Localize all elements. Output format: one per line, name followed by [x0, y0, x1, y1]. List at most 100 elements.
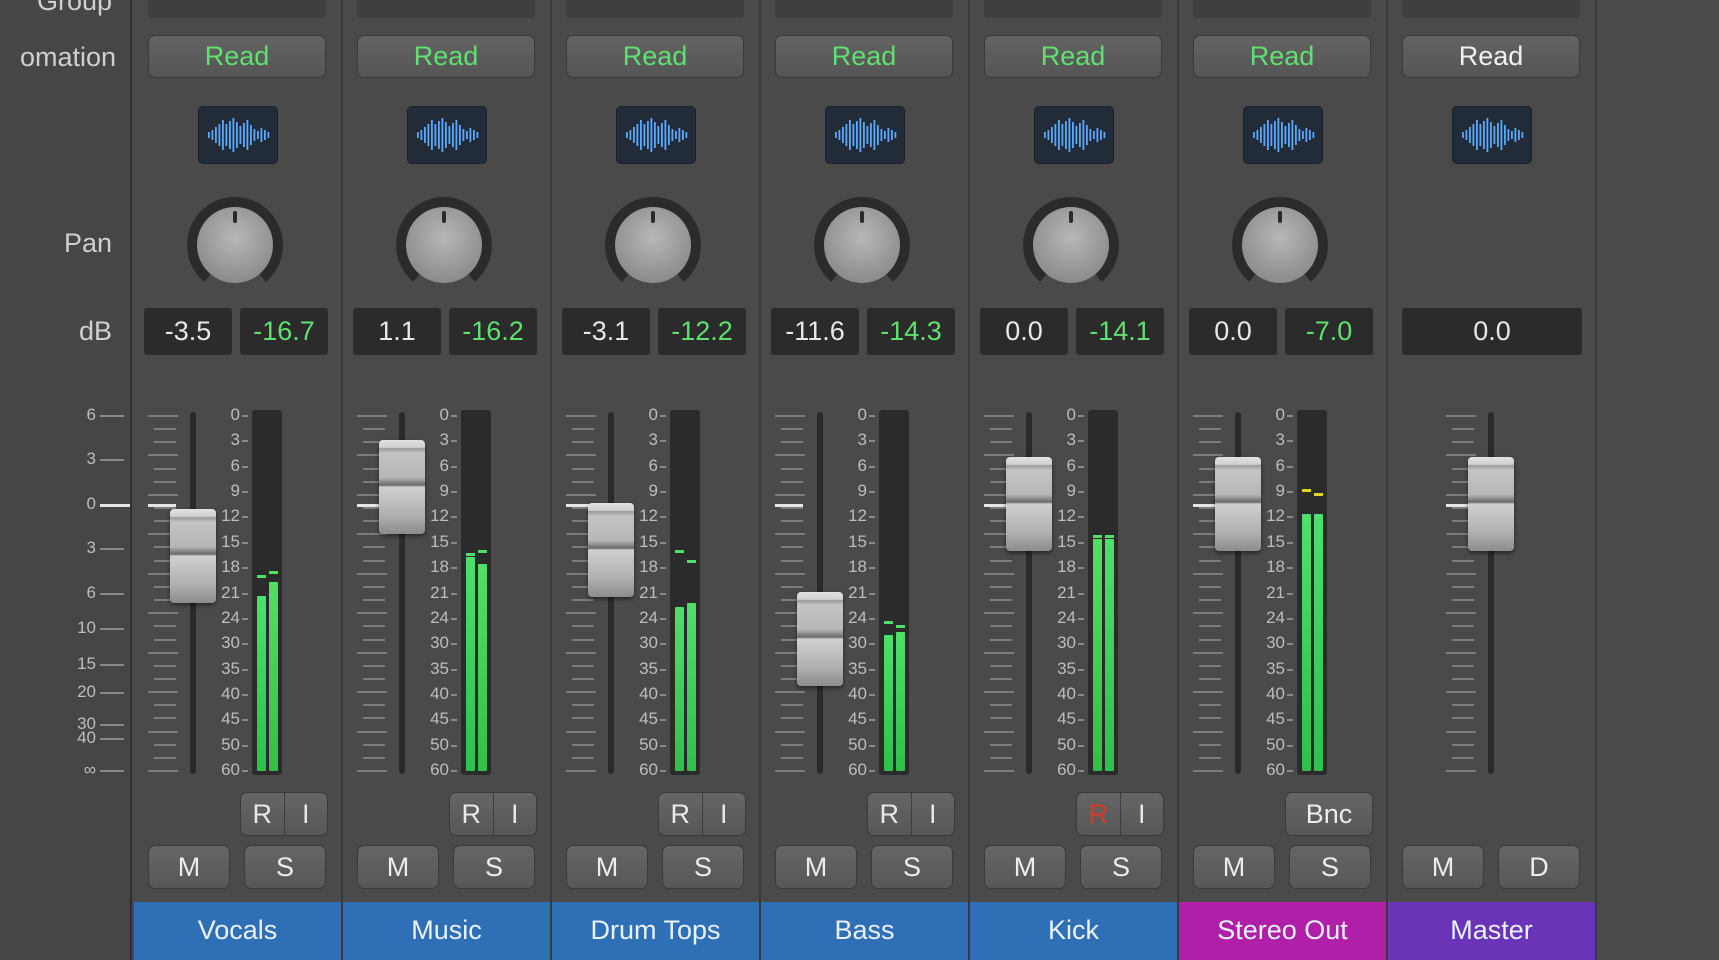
fader-scale-number: 15 [77, 653, 96, 673]
record-enable-button[interactable]: R [450, 793, 493, 835]
mute-button[interactable]: M [566, 845, 648, 889]
meter-scale-tick [1078, 744, 1084, 747]
channel-name[interactable]: Stereo Out [1179, 902, 1386, 960]
audio-waveform-icon[interactable] [1452, 106, 1532, 164]
peak-readout[interactable]: -14.1 [1076, 308, 1164, 355]
input-monitor-button[interactable]: I [283, 793, 328, 835]
group-slot[interactable] [1193, 0, 1371, 18]
automation-mode-button[interactable]: Read [984, 35, 1162, 78]
automation-mode-button[interactable]: Read [1402, 35, 1580, 78]
mute-button[interactable]: M [148, 845, 230, 889]
solo-button[interactable]: S [453, 845, 535, 889]
audio-waveform-icon[interactable] [1243, 106, 1323, 164]
channel-name[interactable]: Vocals [134, 902, 341, 960]
peak-readout[interactable]: -7.0 [1285, 308, 1373, 355]
input-monitor-button[interactable]: I [910, 793, 955, 835]
fader-scale-tick [100, 415, 124, 417]
automation-mode-button[interactable]: Read [1193, 35, 1371, 78]
pan-knob[interactable] [605, 197, 701, 293]
volume-readout[interactable]: -3.1 [562, 308, 650, 355]
fader-scale-tick [566, 454, 596, 457]
fader-scale-tick [566, 415, 596, 417]
group-slot[interactable] [148, 0, 326, 18]
fader-scale-tick [984, 730, 1014, 733]
group-slot[interactable] [1402, 0, 1580, 18]
channel-name[interactable]: Master [1388, 902, 1595, 960]
automation-mode-button[interactable]: Read [775, 35, 953, 78]
volume-readout[interactable]: 1.1 [353, 308, 441, 355]
mute-button[interactable]: M [1402, 845, 1484, 889]
channel-name[interactable]: Kick [970, 902, 1177, 960]
meter-scale-tick [451, 770, 457, 772]
pan-knob[interactable] [1232, 197, 1328, 293]
solo-button[interactable]: S [1289, 845, 1371, 889]
input-monitor-button[interactable]: I [1119, 793, 1164, 835]
bounce-button[interactable]: Bnc [1285, 792, 1373, 836]
meter-peak-hold [687, 560, 696, 564]
mute-button[interactable]: M [1193, 845, 1275, 889]
volume-readout[interactable]: -3.5 [144, 308, 232, 355]
peak-readout[interactable]: -14.3 [867, 308, 955, 355]
volume-fader-handle[interactable] [1468, 456, 1514, 551]
pan-knob[interactable] [1023, 197, 1119, 293]
record-enable-button[interactable]: R [868, 793, 911, 835]
channel-name[interactable]: Music [343, 902, 550, 960]
automation-mode-button[interactable]: Read [566, 35, 744, 78]
dim-button[interactable]: D [1498, 845, 1580, 889]
record-enable-button[interactable]: R [241, 793, 284, 835]
mute-button[interactable]: M [775, 845, 857, 889]
automation-mode-button[interactable]: Read [357, 35, 535, 78]
solo-button[interactable]: S [244, 845, 326, 889]
mute-button[interactable]: M [357, 845, 439, 889]
audio-waveform-icon[interactable] [616, 106, 696, 164]
pan-knob[interactable] [187, 197, 283, 293]
channel-name[interactable]: Drum Tops [552, 902, 759, 960]
volume-readout[interactable]: 0.0 [1402, 308, 1582, 355]
meter-scale-number: 21 [639, 582, 658, 602]
audio-waveform-icon[interactable] [198, 106, 278, 164]
peak-readout[interactable]: -12.2 [658, 308, 746, 355]
audio-waveform-icon[interactable] [407, 106, 487, 164]
audio-waveform-icon[interactable] [825, 106, 905, 164]
meter-level-bar [687, 603, 696, 771]
fader-scale-tick [775, 454, 805, 457]
group-slot[interactable] [357, 0, 535, 18]
meter-scale-number: 21 [848, 582, 867, 602]
peak-readout[interactable]: -16.7 [240, 308, 328, 355]
solo-button[interactable]: S [1080, 845, 1162, 889]
group-slot[interactable] [775, 0, 953, 18]
audio-waveform-icon[interactable] [1034, 106, 1114, 164]
fader-scale-tick [363, 625, 385, 628]
fader-scale-tick [1452, 677, 1474, 680]
fader-scale-tick [1199, 677, 1221, 680]
solo-button[interactable]: S [871, 845, 953, 889]
pan-knob[interactable] [814, 197, 910, 293]
record-enable-button[interactable]: R [1077, 793, 1120, 835]
volume-readout[interactable]: 0.0 [980, 308, 1068, 355]
automation-mode-button[interactable]: Read [148, 35, 326, 78]
meter-scale-number: 9 [1275, 481, 1285, 501]
volume-readout[interactable]: 0.0 [1189, 308, 1277, 355]
peak-readout[interactable]: -16.2 [449, 308, 537, 355]
fader-scale-number: 6 [86, 582, 96, 602]
group-slot[interactable] [566, 0, 744, 18]
solo-button[interactable]: S [662, 845, 744, 889]
volume-readout[interactable]: -11.6 [771, 308, 859, 355]
meter-scale-tick [660, 592, 666, 595]
input-monitor-button[interactable]: I [492, 793, 537, 835]
meter-scale-tick [242, 668, 248, 671]
input-monitor-button[interactable]: I [701, 793, 746, 835]
channel-name[interactable]: Bass [761, 902, 968, 960]
meter-peak-hold [896, 624, 905, 628]
pan-knob[interactable] [396, 197, 492, 293]
record-enable-button[interactable]: R [659, 793, 702, 835]
fader-scale-tick [572, 625, 594, 628]
meter-peak-hold [466, 553, 475, 557]
meter-scale-number: 6 [230, 455, 240, 475]
mute-button[interactable]: M [984, 845, 1066, 889]
meter-scale-tick [1287, 744, 1293, 747]
meter-scale-number: 24 [221, 607, 240, 627]
fader-scale-tick [984, 572, 1014, 575]
group-slot[interactable] [984, 0, 1162, 18]
meter-scale-tick [660, 440, 666, 443]
